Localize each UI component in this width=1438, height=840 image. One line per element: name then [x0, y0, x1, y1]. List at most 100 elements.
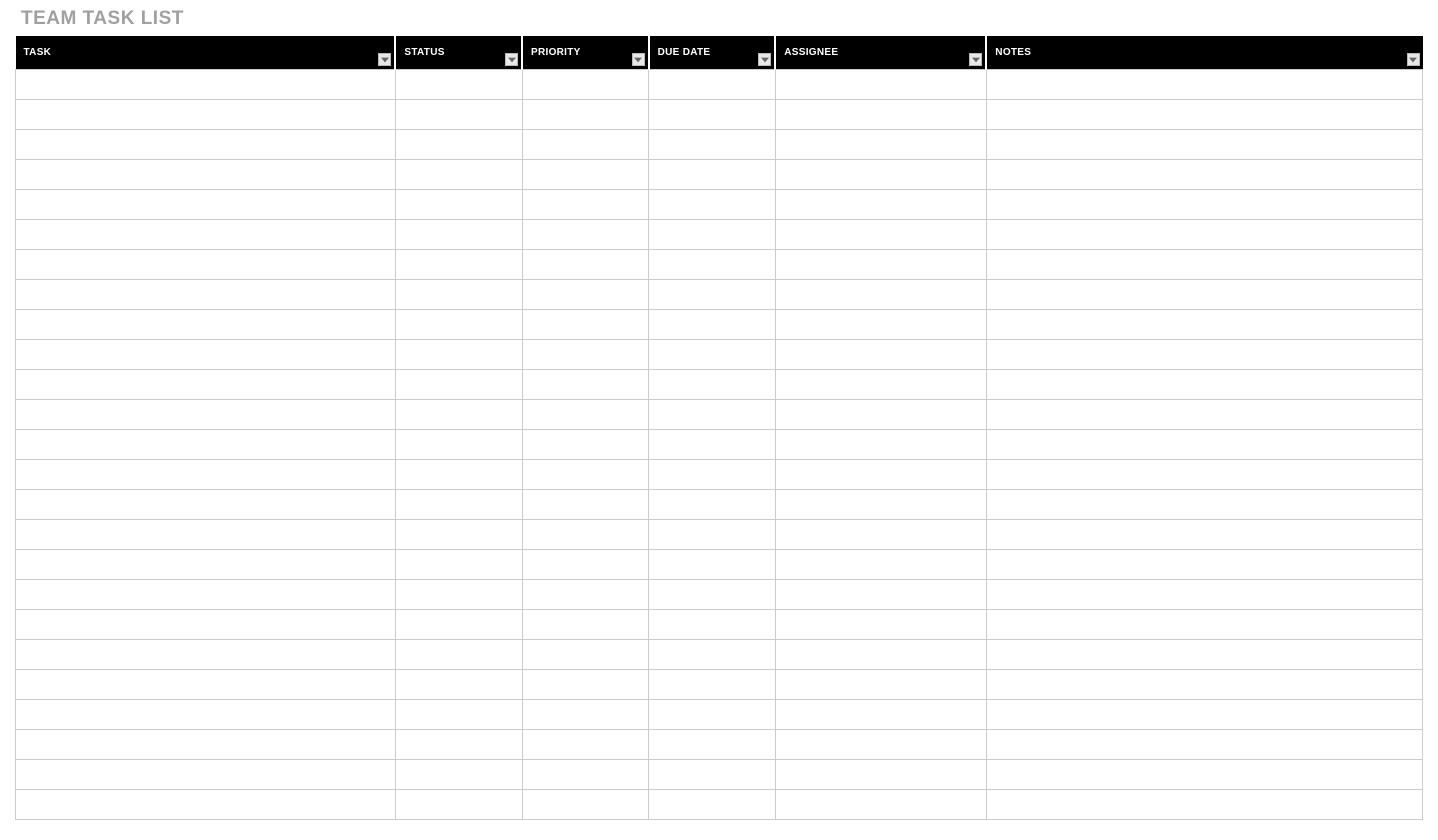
cell-notes[interactable]	[986, 790, 1422, 820]
cell-due_date[interactable]	[649, 340, 776, 370]
cell-notes[interactable]	[986, 100, 1422, 130]
cell-due_date[interactable]	[649, 130, 776, 160]
cell-task[interactable]	[16, 340, 396, 370]
cell-notes[interactable]	[986, 430, 1422, 460]
filter-button-priority[interactable]	[632, 53, 645, 66]
cell-task[interactable]	[16, 790, 396, 820]
cell-assignee[interactable]	[775, 490, 986, 520]
cell-due_date[interactable]	[649, 400, 776, 430]
cell-status[interactable]	[395, 730, 522, 760]
cell-priority[interactable]	[522, 130, 649, 160]
cell-task[interactable]	[16, 130, 396, 160]
cell-task[interactable]	[16, 370, 396, 400]
cell-due_date[interactable]	[649, 250, 776, 280]
cell-assignee[interactable]	[775, 400, 986, 430]
cell-status[interactable]	[395, 580, 522, 610]
cell-priority[interactable]	[522, 100, 649, 130]
cell-assignee[interactable]	[775, 190, 986, 220]
cell-notes[interactable]	[986, 460, 1422, 490]
cell-due_date[interactable]	[649, 700, 776, 730]
cell-task[interactable]	[16, 400, 396, 430]
cell-task[interactable]	[16, 280, 396, 310]
cell-notes[interactable]	[986, 70, 1422, 100]
cell-priority[interactable]	[522, 520, 649, 550]
cell-assignee[interactable]	[775, 220, 986, 250]
cell-assignee[interactable]	[775, 160, 986, 190]
cell-status[interactable]	[395, 610, 522, 640]
cell-task[interactable]	[16, 700, 396, 730]
cell-due_date[interactable]	[649, 640, 776, 670]
cell-assignee[interactable]	[775, 370, 986, 400]
cell-due_date[interactable]	[649, 610, 776, 640]
cell-due_date[interactable]	[649, 310, 776, 340]
cell-due_date[interactable]	[649, 280, 776, 310]
cell-status[interactable]	[395, 490, 522, 520]
cell-assignee[interactable]	[775, 130, 986, 160]
cell-status[interactable]	[395, 550, 522, 580]
cell-due_date[interactable]	[649, 490, 776, 520]
cell-task[interactable]	[16, 520, 396, 550]
cell-task[interactable]	[16, 160, 396, 190]
cell-task[interactable]	[16, 430, 396, 460]
cell-priority[interactable]	[522, 460, 649, 490]
cell-priority[interactable]	[522, 490, 649, 520]
cell-status[interactable]	[395, 250, 522, 280]
cell-assignee[interactable]	[775, 640, 986, 670]
cell-status[interactable]	[395, 790, 522, 820]
cell-notes[interactable]	[986, 550, 1422, 580]
cell-assignee[interactable]	[775, 100, 986, 130]
cell-assignee[interactable]	[775, 760, 986, 790]
cell-status[interactable]	[395, 130, 522, 160]
cell-task[interactable]	[16, 70, 396, 100]
cell-due_date[interactable]	[649, 790, 776, 820]
cell-status[interactable]	[395, 370, 522, 400]
cell-status[interactable]	[395, 700, 522, 730]
filter-button-notes[interactable]	[1407, 53, 1420, 66]
cell-status[interactable]	[395, 190, 522, 220]
cell-assignee[interactable]	[775, 580, 986, 610]
cell-assignee[interactable]	[775, 700, 986, 730]
cell-notes[interactable]	[986, 640, 1422, 670]
cell-priority[interactable]	[522, 760, 649, 790]
cell-due_date[interactable]	[649, 370, 776, 400]
cell-due_date[interactable]	[649, 100, 776, 130]
cell-notes[interactable]	[986, 400, 1422, 430]
cell-priority[interactable]	[522, 640, 649, 670]
cell-notes[interactable]	[986, 310, 1422, 340]
cell-task[interactable]	[16, 310, 396, 340]
cell-status[interactable]	[395, 340, 522, 370]
cell-task[interactable]	[16, 670, 396, 700]
cell-status[interactable]	[395, 460, 522, 490]
cell-task[interactable]	[16, 550, 396, 580]
cell-status[interactable]	[395, 310, 522, 340]
cell-status[interactable]	[395, 220, 522, 250]
cell-status[interactable]	[395, 520, 522, 550]
cell-priority[interactable]	[522, 790, 649, 820]
cell-task[interactable]	[16, 220, 396, 250]
cell-notes[interactable]	[986, 370, 1422, 400]
cell-notes[interactable]	[986, 700, 1422, 730]
cell-notes[interactable]	[986, 130, 1422, 160]
cell-due_date[interactable]	[649, 160, 776, 190]
filter-button-status[interactable]	[505, 53, 518, 66]
cell-task[interactable]	[16, 100, 396, 130]
cell-notes[interactable]	[986, 730, 1422, 760]
cell-due_date[interactable]	[649, 70, 776, 100]
cell-assignee[interactable]	[775, 70, 986, 100]
cell-status[interactable]	[395, 430, 522, 460]
cell-priority[interactable]	[522, 400, 649, 430]
cell-assignee[interactable]	[775, 520, 986, 550]
cell-priority[interactable]	[522, 550, 649, 580]
cell-assignee[interactable]	[775, 310, 986, 340]
cell-assignee[interactable]	[775, 610, 986, 640]
cell-due_date[interactable]	[649, 760, 776, 790]
cell-priority[interactable]	[522, 220, 649, 250]
cell-assignee[interactable]	[775, 430, 986, 460]
cell-due_date[interactable]	[649, 430, 776, 460]
cell-status[interactable]	[395, 280, 522, 310]
cell-assignee[interactable]	[775, 550, 986, 580]
cell-status[interactable]	[395, 400, 522, 430]
cell-task[interactable]	[16, 250, 396, 280]
cell-due_date[interactable]	[649, 220, 776, 250]
cell-notes[interactable]	[986, 520, 1422, 550]
